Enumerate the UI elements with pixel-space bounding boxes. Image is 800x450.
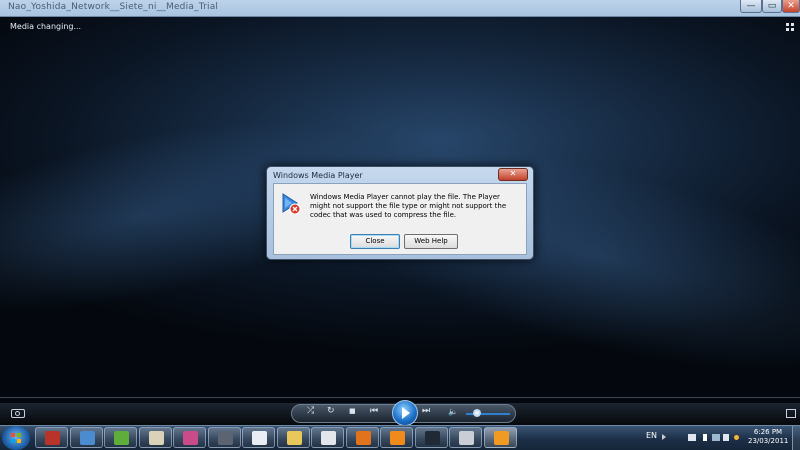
media-error-icon xyxy=(282,193,301,215)
taskbar-button-search[interactable] xyxy=(173,427,206,448)
taskbar-button-folder[interactable] xyxy=(276,427,310,448)
computer-icon xyxy=(79,431,95,445)
taskbar-button-notes[interactable] xyxy=(311,427,344,448)
next-icon[interactable]: ⏭ xyxy=(422,406,430,417)
status-text: Media changing... xyxy=(10,22,82,31)
close-icon: ✕ xyxy=(509,169,517,178)
stop-icon[interactable]: ■ xyxy=(349,406,356,417)
playback-controls: ⤮ ↻ ■ ⏮ ⏭ 🔈 xyxy=(0,400,800,426)
network-icon[interactable] xyxy=(712,434,720,441)
minimize-icon: — xyxy=(746,0,756,11)
seek-bar[interactable] xyxy=(0,397,800,398)
firefox-icon xyxy=(355,431,371,445)
switch-to-library-icon[interactable] xyxy=(786,409,796,418)
web-help-button[interactable]: Web Help xyxy=(404,234,458,249)
taskbar-button-clapper[interactable] xyxy=(449,427,482,448)
previous-icon[interactable]: ⏮ xyxy=(370,406,378,417)
notes-icon xyxy=(321,431,336,445)
show-hidden-icons-icon[interactable] xyxy=(662,434,666,440)
clock-time: 6:26 PM xyxy=(753,428,783,436)
window-title: Nao_Yoshida_Network__Siete_ni__Media_Tri… xyxy=(8,2,219,12)
volume-icon[interactable]: 🔈 xyxy=(448,406,458,417)
taskbar: EN 6:26 PM 23/03/2011 xyxy=(0,425,800,450)
update-icon[interactable] xyxy=(734,435,739,440)
dialog-close-button[interactable]: ✕ xyxy=(498,168,528,181)
close-button[interactable]: Close xyxy=(350,234,400,249)
play-button[interactable] xyxy=(392,400,418,426)
taskbar-button-firefox-style[interactable] xyxy=(35,427,68,448)
shuffle-icon[interactable]: ⤮ xyxy=(307,406,314,417)
media-player-icon xyxy=(493,431,509,445)
search-icon xyxy=(183,431,198,445)
taskbar-button-computer[interactable] xyxy=(69,427,103,448)
language-indicator[interactable]: EN xyxy=(646,431,657,440)
paint-icon xyxy=(148,431,164,445)
mail-icon[interactable] xyxy=(688,434,696,441)
volume-tray-icon[interactable] xyxy=(723,434,729,441)
close-icon: ✕ xyxy=(787,0,795,11)
movie-maker-icon xyxy=(424,431,440,445)
taskbar-button-movie-maker[interactable] xyxy=(414,427,448,448)
minimize-button[interactable]: — xyxy=(740,0,762,13)
show-desktop-button[interactable] xyxy=(792,426,800,450)
taskbar-button-vlc[interactable] xyxy=(380,427,413,448)
taskbar-button-film[interactable] xyxy=(207,427,241,448)
repeat-icon[interactable]: ↻ xyxy=(327,406,335,417)
error-message: Windows Media Player cannot play the fil… xyxy=(310,193,507,219)
volume-knob[interactable] xyxy=(473,409,481,417)
taskbar-button-paint[interactable] xyxy=(138,427,172,448)
maximize-icon: ▭ xyxy=(767,0,777,11)
vlc-icon xyxy=(390,431,405,445)
taskbar-button-runner[interactable] xyxy=(242,427,275,448)
camera-icon[interactable] xyxy=(11,409,25,418)
taskbar-button-messenger[interactable] xyxy=(104,427,137,448)
runner-icon xyxy=(252,431,267,445)
messenger-icon xyxy=(114,431,129,445)
fullscreen-icon[interactable] xyxy=(786,23,794,31)
film-icon xyxy=(217,431,233,445)
taskbar-button-firefox[interactable] xyxy=(345,427,379,448)
dialog-body: Windows Media Player cannot play the fil… xyxy=(273,183,527,255)
window-titlebar: Nao_Yoshida_Network__Siete_ni__Media_Tri… xyxy=(0,0,800,17)
clock-date: 23/03/2011 xyxy=(748,437,789,445)
clapper-icon xyxy=(459,431,474,445)
system-clock[interactable]: 6:26 PM 23/03/2011 xyxy=(748,428,788,446)
error-dialog: Windows Media Player ✕ Windows Media Pla… xyxy=(266,166,534,260)
maximize-button[interactable]: ▭ xyxy=(762,0,782,13)
close-window-button[interactable]: ✕ xyxy=(782,0,800,13)
taskbar-button-media-player[interactable] xyxy=(483,427,517,448)
dialog-title: Windows Media Player xyxy=(273,171,363,180)
firefox-style-icon xyxy=(45,431,60,445)
flag-icon[interactable] xyxy=(703,434,707,441)
folder-icon xyxy=(286,431,302,445)
windows-logo-icon xyxy=(11,433,21,443)
start-button[interactable] xyxy=(2,426,30,450)
